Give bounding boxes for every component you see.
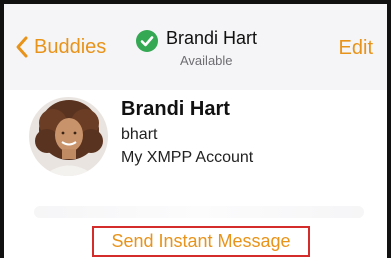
blurred-row [34,206,364,218]
avatar [29,97,108,176]
send-instant-message-button[interactable]: Send Instant Message [92,226,310,257]
navigation-bar: Buddies Brandi Hart Available Edit [4,4,387,90]
nav-title-status: Available [180,53,233,68]
contact-name: Brandi Hart [121,98,230,120]
check-circle-icon [136,30,158,52]
contact-account: My XMPP Account [121,149,254,166]
app-frame: Buddies Brandi Hart Available Edit Brand… [0,0,391,258]
contact-profile: Brandi Hart bhart My XMPP Account [4,90,387,190]
edit-button[interactable]: Edit [339,37,373,60]
back-button-label: Buddies [34,35,107,58]
contact-username: bhart [121,126,158,143]
back-button[interactable]: Buddies [14,34,106,60]
nav-title: Brandi Hart Available [136,26,286,70]
avatar-image [29,97,108,176]
nav-title-name: Brandi Hart [166,28,258,48]
chevron-left-icon [16,36,28,58]
